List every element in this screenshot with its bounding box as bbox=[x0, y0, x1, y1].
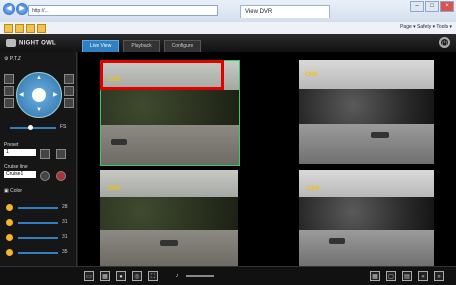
camera-label: CH4 bbox=[307, 186, 320, 192]
zoom-out-button[interactable] bbox=[64, 74, 74, 84]
sequence-button[interactable]: ▤ bbox=[402, 271, 412, 281]
camera-label: CH2 bbox=[305, 72, 318, 78]
contrast-slider[interactable] bbox=[18, 222, 58, 224]
preset-select[interactable]: 1 bbox=[4, 149, 36, 156]
selection-highlight bbox=[100, 60, 224, 90]
hue-value: 35 bbox=[62, 249, 68, 255]
prev-page-button[interactable]: « bbox=[418, 271, 428, 281]
camera-scene bbox=[100, 196, 238, 234]
contrast-icon bbox=[6, 219, 13, 226]
cruise-label: Cruise line bbox=[4, 164, 28, 170]
down-arrow-icon[interactable]: ▼ bbox=[36, 107, 42, 113]
iris-close-button[interactable] bbox=[64, 98, 74, 108]
saturation-slider[interactable] bbox=[18, 237, 58, 239]
single-view-button[interactable]: ▢ bbox=[386, 271, 396, 281]
layout-4-button[interactable]: ▦ bbox=[100, 271, 110, 281]
favorite-icon[interactable] bbox=[4, 24, 13, 33]
camera-grid: CH1 CH2 CH3 CH4 bbox=[78, 52, 456, 266]
color-label: ▣ Color bbox=[4, 188, 23, 194]
favorite-icon[interactable] bbox=[26, 24, 35, 33]
zoom-value: FS bbox=[60, 124, 67, 130]
camera-view[interactable]: CH4 bbox=[299, 170, 434, 266]
ptz-center-button[interactable] bbox=[32, 88, 46, 102]
brightness-row: 28 bbox=[6, 204, 74, 212]
saturation-row: 31 bbox=[6, 234, 74, 242]
favorites-icons bbox=[4, 24, 46, 33]
ptz-label: ⚙ P.T.Z bbox=[4, 56, 21, 62]
back-icon[interactable]: ◀ bbox=[3, 3, 15, 15]
iris-button[interactable] bbox=[4, 98, 14, 108]
speed-knob[interactable] bbox=[28, 125, 33, 130]
car bbox=[111, 139, 127, 145]
preset-clear-button[interactable] bbox=[56, 149, 66, 159]
snapshot-button[interactable]: ◎ bbox=[132, 271, 142, 281]
power-icon[interactable]: ⏻ bbox=[439, 37, 450, 48]
logo-text: NIGHT OWL bbox=[19, 40, 57, 47]
cruise-select[interactable]: Cruise1 bbox=[4, 171, 36, 178]
camera-view[interactable]: CH3 bbox=[100, 170, 238, 266]
brightness-slider[interactable] bbox=[18, 207, 58, 209]
contrast-value: 31 bbox=[62, 219, 68, 225]
close-button[interactable]: × bbox=[440, 1, 454, 12]
cruise-play-button[interactable] bbox=[40, 171, 50, 181]
focus-far-button[interactable] bbox=[64, 86, 74, 96]
focus-button[interactable] bbox=[4, 86, 14, 96]
brightness-icon bbox=[6, 204, 13, 211]
speed-slider[interactable] bbox=[10, 127, 56, 129]
camera-scene bbox=[299, 229, 434, 266]
preset-label: Preset bbox=[4, 142, 19, 148]
camera-scene bbox=[101, 90, 239, 130]
browser-menu[interactable]: Page ▾ Safety ▾ Tools ▾ bbox=[400, 24, 452, 30]
layout-1-button[interactable]: ▭ bbox=[84, 271, 94, 281]
camera-scene bbox=[299, 196, 434, 234]
saturation-icon bbox=[6, 234, 13, 241]
app-header: NIGHT OWL Live View Playback Configure ⏻ bbox=[0, 34, 456, 53]
camera-scene bbox=[101, 125, 239, 165]
camera-label: CH3 bbox=[108, 186, 121, 192]
window-controls: – □ × bbox=[410, 1, 454, 12]
camera-scene bbox=[299, 89, 434, 129]
favorite-icon[interactable] bbox=[15, 24, 24, 33]
next-page-button[interactable]: » bbox=[434, 271, 444, 281]
speaker-icon[interactable]: ♪ bbox=[172, 271, 182, 281]
left-arrow-icon[interactable]: ◀ bbox=[19, 91, 24, 98]
contrast-row: 31 bbox=[6, 219, 74, 227]
car bbox=[160, 240, 178, 246]
camera-scene bbox=[100, 229, 238, 266]
browser-tab[interactable]: View DVR bbox=[240, 5, 330, 18]
owl-logo-icon bbox=[6, 39, 16, 47]
cruise-stop-button[interactable] bbox=[56, 171, 66, 181]
preset-go-button[interactable] bbox=[40, 149, 50, 159]
favorite-icon[interactable] bbox=[37, 24, 46, 33]
hue-icon bbox=[6, 249, 13, 256]
bottom-toolbar: ▭ ▦ ● ◎ ⛶ ♪ ▦ ▢ ▤ « » bbox=[0, 266, 456, 285]
browser-title-bar: ◀ ▶ http://... View DVR – □ × bbox=[0, 0, 456, 23]
car bbox=[371, 132, 389, 138]
grid-view-button[interactable]: ▦ bbox=[370, 271, 380, 281]
hue-row: 35 bbox=[6, 249, 74, 257]
up-arrow-icon[interactable]: ▲ bbox=[36, 75, 42, 81]
zoom-in-button[interactable] bbox=[4, 74, 14, 84]
brightness-value: 28 bbox=[62, 204, 68, 210]
camera-view[interactable]: CH2 bbox=[299, 60, 434, 164]
forward-icon[interactable]: ▶ bbox=[16, 3, 28, 15]
right-arrow-icon[interactable]: ▶ bbox=[53, 91, 58, 98]
volume-slider[interactable] bbox=[186, 275, 214, 277]
minimize-button[interactable]: – bbox=[410, 1, 424, 12]
record-button[interactable]: ● bbox=[116, 271, 126, 281]
logo: NIGHT OWL bbox=[6, 39, 56, 47]
dvr-app: NIGHT OWL Live View Playback Configure ⏻… bbox=[0, 34, 456, 285]
hue-slider[interactable] bbox=[18, 252, 58, 254]
ptz-joystick[interactable]: ▲ ▼ ◀ ▶ bbox=[16, 72, 62, 118]
maximize-button[interactable]: □ bbox=[425, 1, 439, 12]
fullscreen-button[interactable]: ⛶ bbox=[148, 271, 158, 281]
saturation-value: 31 bbox=[62, 234, 68, 240]
control-panel: ⚙ P.T.Z ▲ ▼ ◀ ▶ FS Preset 1 Cruise line … bbox=[0, 52, 77, 266]
address-bar[interactable]: http://... bbox=[28, 5, 218, 16]
car bbox=[329, 238, 345, 244]
camera-scene bbox=[299, 124, 434, 164]
